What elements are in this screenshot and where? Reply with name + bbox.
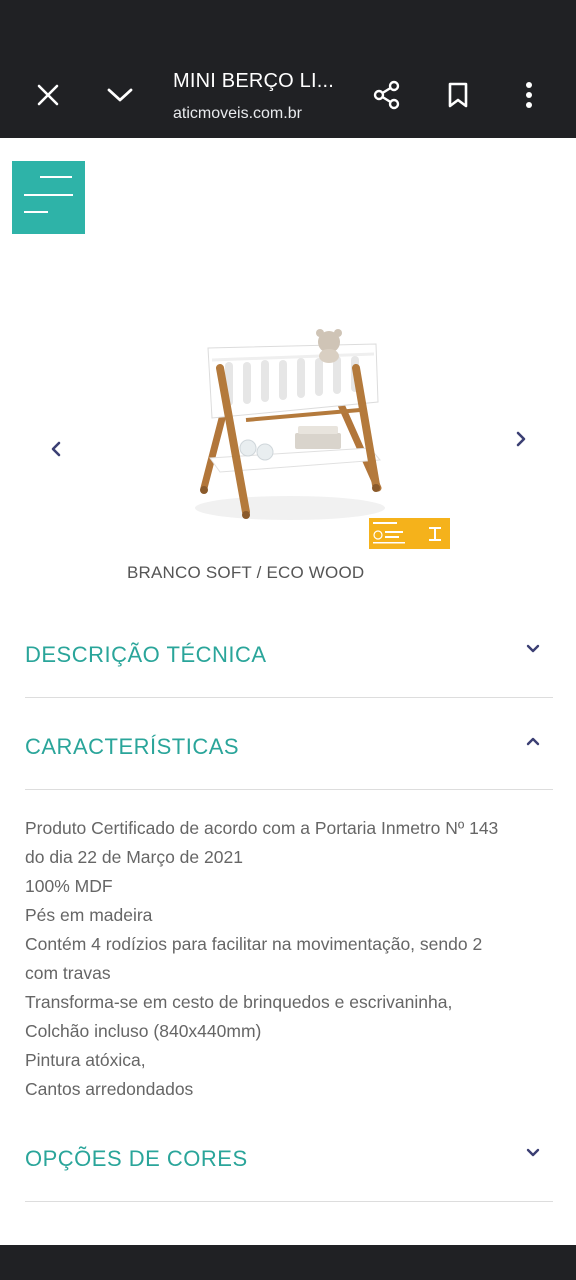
page-title: MINI BERÇO LI... — [173, 70, 335, 92]
bookmark-icon — [446, 81, 470, 109]
more-options-button[interactable] — [505, 71, 553, 119]
chevron-right-icon — [515, 430, 527, 453]
chevron-down-icon — [106, 86, 134, 104]
divider — [25, 1201, 553, 1202]
divider — [25, 789, 553, 790]
accordion-title: DESCRIÇÃO TÉCNICA — [25, 642, 267, 667]
share-button[interactable] — [363, 71, 411, 119]
accordion-header-description[interactable]: DESCRIÇÃO TÉCNICA — [25, 636, 553, 676]
site-menu-button[interactable] — [12, 161, 85, 234]
list-item: Pintura atóxica, — [25, 1050, 146, 1070]
system-navigation-bar — [0, 1245, 576, 1280]
list-item: Contém 4 rodízios para facilitar na movi… — [25, 934, 483, 954]
mini-crib-white-wood-image — [195, 329, 385, 520]
share-icon — [372, 80, 402, 110]
chevron-left-icon — [50, 440, 62, 463]
list-item: Pés em madeira — [25, 905, 153, 925]
carousel-prev-button[interactable] — [41, 436, 71, 466]
close-icon — [36, 83, 60, 107]
page-url: aticmoveis.com.br — [173, 105, 302, 122]
chevron-down-icon — [525, 1146, 541, 1164]
list-item: Colchão incluso (840x440mm) — [25, 1021, 262, 1041]
more-vertical-icon — [525, 81, 533, 109]
list-item: Transforma-se em cesto de brinquedos e e… — [25, 992, 453, 1012]
accordion-header-colors[interactable]: OPÇÕES DE CORES — [25, 1140, 553, 1180]
bookmark-button[interactable] — [434, 71, 482, 119]
carousel-next-button[interactable] — [506, 426, 536, 456]
accordion-header-features[interactable]: CARACTERÍSTICAS — [25, 728, 553, 768]
collapse-button[interactable] — [96, 71, 144, 119]
product-variant-label: BRANCO SOFT / ECO WOOD — [127, 563, 365, 582]
features-list: Produto Certificado de acordo com a Port… — [25, 814, 553, 1104]
list-item: Cantos arredondados — [25, 1079, 194, 1099]
divider — [25, 697, 553, 698]
chevron-down-icon — [525, 642, 541, 660]
close-button[interactable] — [24, 71, 72, 119]
list-item: Produto Certificado de acordo com a Port… — [25, 818, 499, 838]
safety-certification-seal — [369, 518, 450, 549]
list-item: 100% MDF — [25, 876, 113, 896]
browser-toolbar: MINI BERÇO LI... aticmoveis.com.br — [0, 0, 576, 138]
chevron-up-icon — [525, 734, 541, 752]
list-item: do dia 22 de Março de 2021 — [25, 847, 243, 867]
accordion-title: CARACTERÍSTICAS — [25, 734, 240, 759]
accordion-title: OPÇÕES DE CORES — [25, 1146, 248, 1171]
product-image[interactable] — [180, 320, 400, 530]
list-item: com travas — [25, 963, 111, 983]
